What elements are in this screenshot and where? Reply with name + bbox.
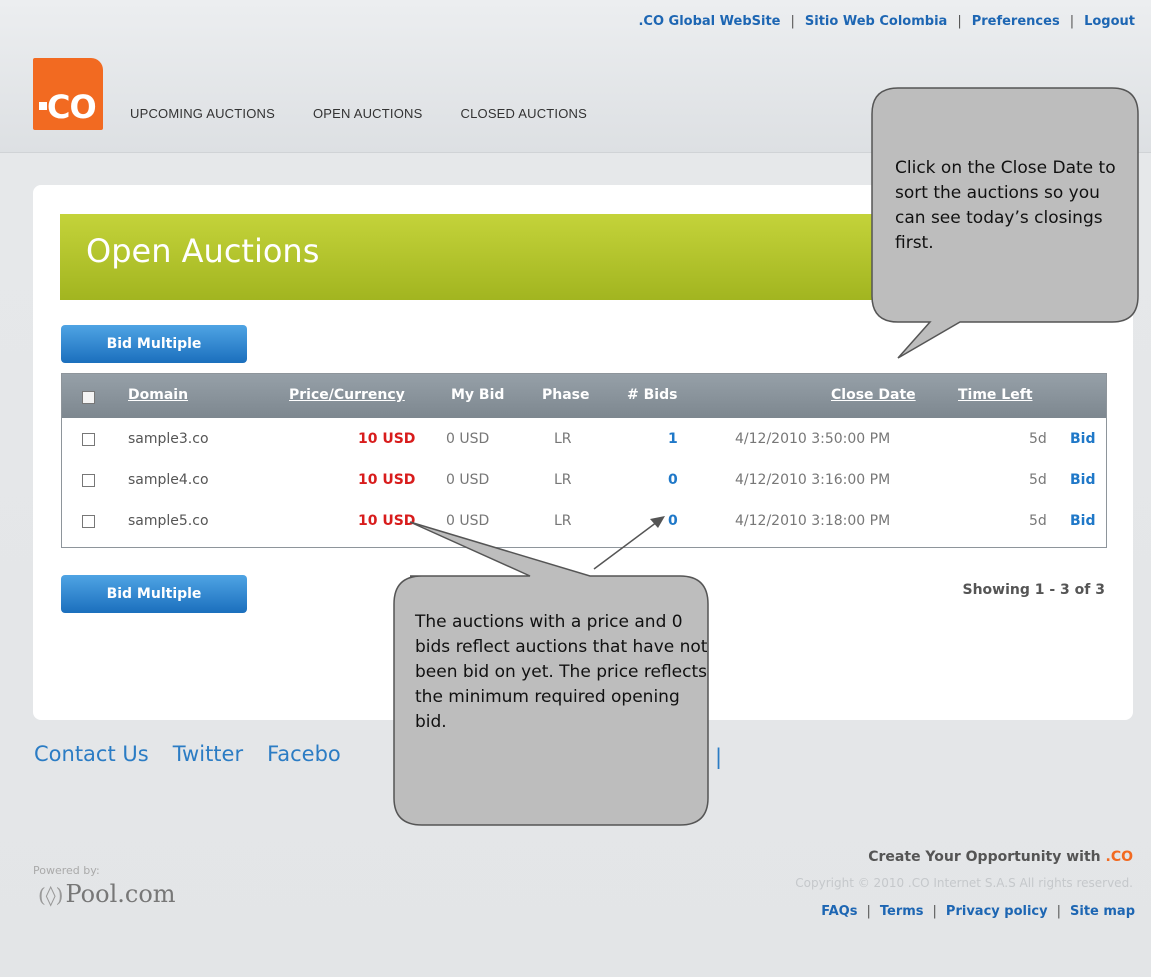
callout-close-date-text: Click on the Close Date to sort the auct… <box>895 158 1116 253</box>
callout-zero-bids-text: The auctions with a price and 0 bids ref… <box>415 612 708 732</box>
